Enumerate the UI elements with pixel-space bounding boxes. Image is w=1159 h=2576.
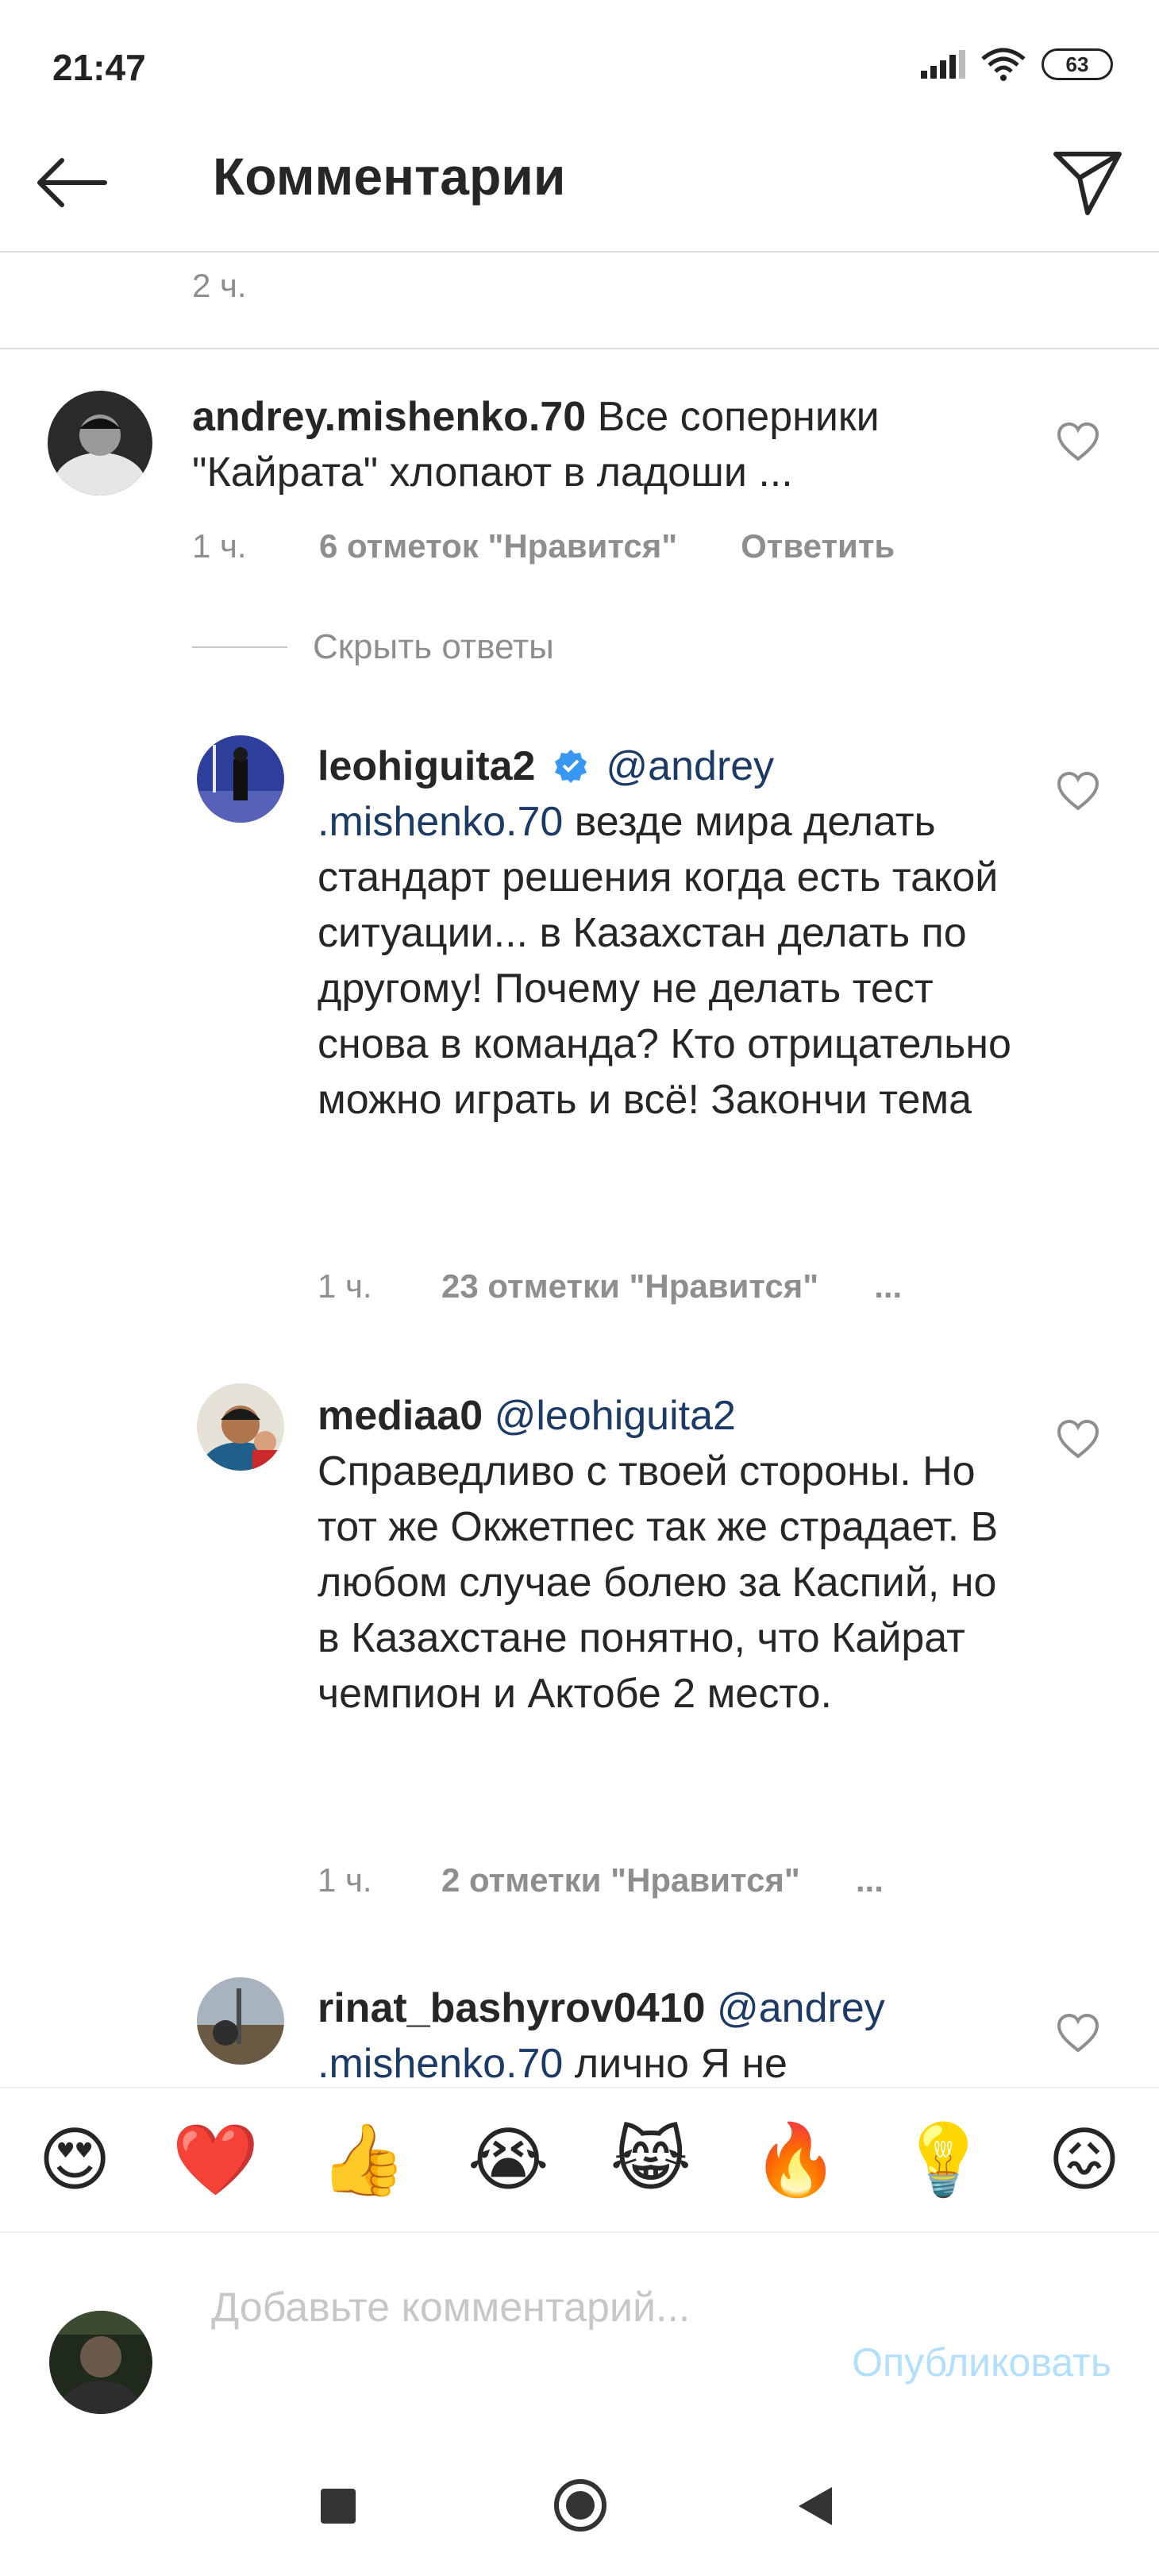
status-bar: 21:47 63 [0, 0, 1159, 111]
hide-replies-button[interactable]: Скрыть ответы [192, 627, 554, 667]
reply-body: mediaa0 @leohiguita2 Справедливо с твоей… [318, 1388, 1000, 1722]
recents-button[interactable] [321, 2489, 356, 2528]
status-icons: 63 [921, 48, 1113, 81]
cat-joy-emoji-icon[interactable]: 😹 [610, 2125, 691, 2195]
heart-outline-icon [1057, 2013, 1099, 2053]
hide-replies-label: Скрыть ответы [313, 627, 554, 666]
reply-username[interactable]: mediaa0 [318, 1393, 483, 1439]
crying-face-emoji-icon[interactable]: 😭 [468, 2125, 549, 2195]
reply-meta: 1 ч. 23 отметки "Нравится" ... [318, 1267, 902, 1305]
header: Комментарии [0, 111, 1159, 253]
reply-button[interactable]: Ответить [741, 527, 895, 565]
reply-username[interactable]: leohiguita2 [318, 743, 535, 789]
heart-outline-icon [1057, 771, 1099, 811]
status-time: 21:47 [52, 47, 146, 88]
more-options-button[interactable]: ... [874, 1267, 902, 1305]
comment-input[interactable]: Добавьте комментарий... [211, 2281, 735, 2335]
publish-button[interactable]: Опубликовать [852, 2339, 1111, 2385]
reply-mention[interactable]: @leohiguita2 [495, 1393, 736, 1439]
divider [0, 348, 1159, 349]
reply-username[interactable]: rinat_bashyrov0410 [318, 1985, 706, 2031]
home-button[interactable] [553, 2478, 608, 2537]
comment-input-row: Добавьте комментарий... Опубликовать [0, 2235, 1159, 2422]
heart-outline-icon [1057, 1419, 1099, 1459]
caption-time: 2 ч. [192, 267, 247, 304]
reply-body: rinat_bashyrov0410 @andrey .mishenko.70 … [318, 1980, 1016, 2085]
reply-body: leohiguita2 @andrey .mishenko.70 везде м… [318, 738, 1016, 1128]
circle-icon [554, 2479, 606, 2532]
reply-likes[interactable]: 2 отметки "Нравится" [441, 1861, 800, 1899]
wifi-icon [981, 48, 1026, 81]
red-heart-emoji-icon[interactable]: ❤️ [172, 2125, 260, 2195]
square-icon [321, 2489, 356, 2524]
page-title: Комментарии [213, 147, 566, 206]
more-options-button[interactable]: ... [856, 1861, 884, 1899]
like-button[interactable] [1056, 1418, 1100, 1463]
avatar[interactable] [197, 1977, 284, 2065]
avatar[interactable] [197, 735, 284, 823]
thumbs-up-emoji-icon[interactable]: 👍 [320, 2125, 407, 2195]
reply-time: 1 ч. [318, 1861, 372, 1899]
like-button[interactable] [1056, 421, 1100, 465]
reply-text: везде мира делать стандарт решения когда… [318, 799, 1011, 1123]
avatar[interactable] [48, 391, 152, 496]
arrow-left-icon [37, 158, 107, 207]
comment-body: andrey.mishenko.70 Все соперники "Кайрат… [192, 389, 1002, 500]
comment-username[interactable]: andrey.mishenko.70 [192, 394, 586, 440]
confounded-face-emoji-icon[interactable]: 😖 [1048, 2125, 1121, 2195]
reply-time: 1 ч. [318, 1267, 372, 1305]
comment-meta: 1 ч. 6 отметок "Нравится" Ответить [192, 527, 895, 565]
verified-badge-icon [554, 750, 587, 783]
back-nav-button[interactable] [795, 2485, 834, 2531]
like-button[interactable] [1056, 2012, 1100, 2057]
comment-likes[interactable]: 6 отметок "Нравится" [319, 527, 677, 565]
heart-eyes-emoji-icon[interactable]: 😍 [38, 2125, 111, 2195]
back-button[interactable] [32, 143, 111, 222]
light-bulb-emoji-icon[interactable]: 💡 [900, 2125, 988, 2195]
current-user-avatar [49, 2311, 152, 2414]
comment-time: 1 ч. [192, 527, 247, 565]
signal-icon [921, 50, 965, 79]
divider [192, 646, 287, 648]
share-button[interactable] [1048, 143, 1127, 222]
fire-emoji-icon[interactable]: 🔥 [753, 2125, 840, 2195]
heart-outline-icon [1057, 422, 1099, 461]
paper-plane-icon [1053, 152, 1122, 215]
like-button[interactable] [1056, 770, 1100, 815]
reply-likes[interactable]: 23 отметки "Нравится" [441, 1267, 818, 1305]
reply-text: Справедливо с твоей стороны. Но тот же О… [318, 1448, 999, 1717]
reply-text: лично Я не [574, 2041, 787, 2085]
emoji-quick-bar: 😍 ❤️ 👍 😭 😹 🔥 💡 😖 [0, 2087, 1159, 2233]
battery-icon: 63 [1042, 48, 1113, 80]
system-nav-bar [0, 2422, 1159, 2576]
triangle-left-icon [799, 2487, 832, 2525]
avatar[interactable] [197, 1383, 284, 1471]
reply-meta: 1 ч. 2 отметки "Нравится" ... [318, 1861, 884, 1899]
